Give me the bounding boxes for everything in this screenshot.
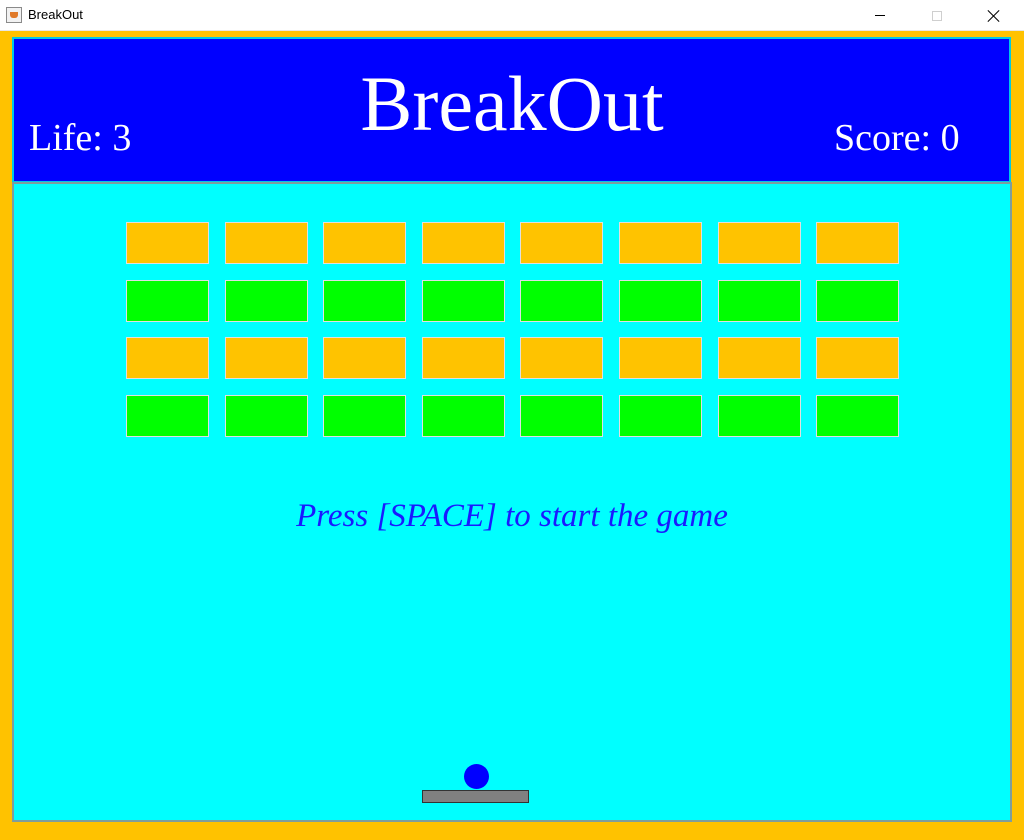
brick-green: [520, 395, 603, 437]
minimize-icon: [875, 15, 885, 16]
brick-green: [619, 395, 702, 437]
brick-orange: [225, 337, 308, 379]
brick-green: [619, 280, 702, 322]
brick-orange: [126, 337, 209, 379]
playfield[interactable]: Press [SPACE] to start the game: [12, 182, 1012, 822]
ball: [464, 764, 489, 789]
title-bar: BreakOut: [0, 0, 1024, 31]
close-button[interactable]: [971, 0, 1017, 31]
brick-orange: [422, 337, 505, 379]
game-frame: BreakOut Life: 3 Score: 0 Press [SPACE] …: [0, 31, 1024, 840]
maximize-icon: [932, 10, 942, 21]
brick-orange: [619, 337, 702, 379]
brick-green: [422, 280, 505, 322]
game-header: BreakOut Life: 3 Score: 0: [12, 37, 1011, 183]
life-counter: Life: 3: [29, 117, 132, 159]
brick-orange: [816, 222, 899, 264]
java-app-icon: [6, 7, 22, 23]
score-counter: Score: 0: [834, 117, 960, 159]
brick-green: [126, 280, 209, 322]
maximize-button[interactable]: [914, 0, 960, 31]
brick-green: [816, 395, 899, 437]
brick-orange: [323, 337, 406, 379]
brick-green: [718, 280, 801, 322]
brick-orange: [816, 337, 899, 379]
brick-green: [225, 280, 308, 322]
window-title: BreakOut: [28, 7, 83, 22]
brick-orange: [619, 222, 702, 264]
brick-orange: [323, 222, 406, 264]
minimize-button[interactable]: [857, 0, 903, 31]
start-message: Press [SPACE] to start the game: [296, 498, 728, 534]
brick-orange: [422, 222, 505, 264]
brick-green: [816, 280, 899, 322]
brick-green: [323, 395, 406, 437]
brick-orange: [520, 222, 603, 264]
brick-orange: [718, 337, 801, 379]
brick-green: [422, 395, 505, 437]
brick-orange: [520, 337, 603, 379]
brick-green: [718, 395, 801, 437]
brick-green: [126, 395, 209, 437]
brick-green: [520, 280, 603, 322]
brick-green: [323, 280, 406, 322]
close-icon: [987, 9, 1001, 23]
brick-orange: [225, 222, 308, 264]
paddle[interactable]: [422, 790, 529, 803]
brick-green: [225, 395, 308, 437]
brick-orange: [718, 222, 801, 264]
brick-orange: [126, 222, 209, 264]
